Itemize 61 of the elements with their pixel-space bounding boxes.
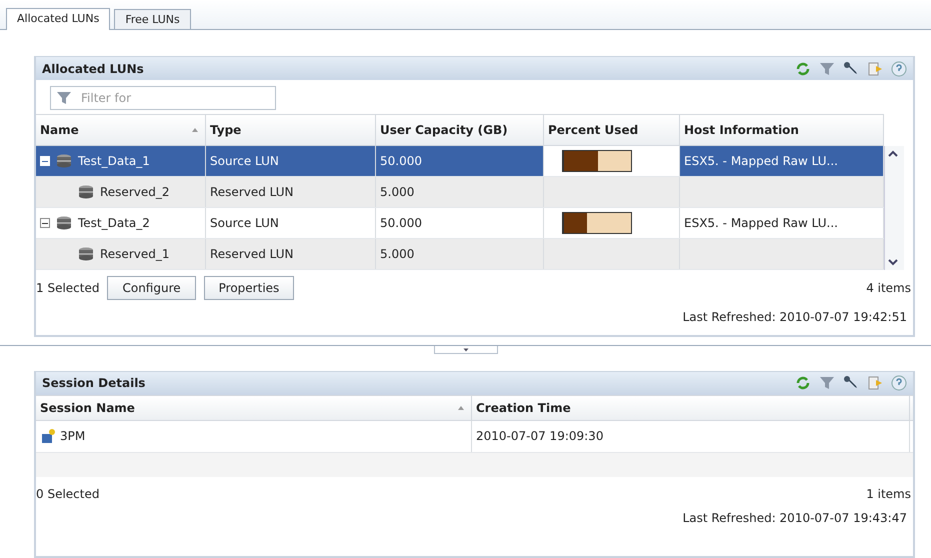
table-cell: Source LUN (210, 216, 279, 230)
export-icon[interactable] (867, 60, 883, 77)
column-header[interactable]: Name (36, 115, 206, 146)
table-row[interactable]: Test_Data_2 Source LUN 50.000 ESX5. - Mapped Raw LU... (36, 208, 884, 240)
table-cell: 5.000 (380, 247, 414, 262)
export-icon[interactable] (867, 375, 883, 392)
table-row[interactable]: Test_Data_1 Source LUN 50.000 ESX5. - Mapped Raw LU... (36, 146, 884, 178)
filter-icon[interactable] (819, 60, 835, 77)
database-icon (54, 215, 74, 232)
table-row[interactable]: Reserved_1 Reserved LUN 5.000 (36, 239, 884, 270)
database-icon (76, 246, 96, 262)
help-icon[interactable] (891, 60, 907, 77)
filter-icon[interactable] (56, 90, 72, 106)
help-icon[interactable] (891, 375, 907, 392)
selected-count: 0 Selected (36, 486, 100, 501)
selected-count: 1 Selected (36, 281, 100, 296)
last-refreshed: Last Refreshed: 2010-07-07 19:43:47 (682, 510, 907, 525)
scrollbar[interactable] (884, 146, 904, 270)
tab[interactable]: Free LUNs (114, 9, 191, 29)
caret-icon (462, 346, 470, 354)
database-icon (76, 184, 96, 200)
table-cell: ESX5. - Mapped Raw LU... (684, 154, 838, 168)
session-icon (40, 428, 56, 444)
table-cell: 50.000 (380, 216, 422, 230)
lun-name: Test_Data_2 (78, 216, 150, 230)
table-cell: Reserved LUN (210, 185, 294, 200)
table-cell: 50.000 (380, 154, 422, 168)
lun-name: Reserved_2 (100, 185, 170, 200)
session-name: 3PM (60, 429, 86, 444)
sort-arrow-icon (191, 126, 199, 134)
panel-title: Session Details (42, 376, 146, 390)
action-button[interactable]: Properties (204, 276, 294, 300)
refresh-icon[interactable] (795, 375, 811, 392)
database-icon (54, 153, 74, 170)
item-count: 1 items (866, 486, 911, 501)
table-row[interactable]: Reserved_2 Reserved LUN 5.000 (36, 177, 884, 208)
table-row[interactable]: 3PM 2010-07-07 19:09:30 (36, 420, 913, 453)
item-count: 4 items (866, 281, 911, 296)
refresh-icon[interactable] (795, 60, 811, 77)
lun-name: Test_Data_1 (78, 154, 150, 168)
table-cell: 5.000 (380, 185, 414, 200)
column-header[interactable]: Creation Time (472, 396, 910, 420)
last-refreshed: Last Refreshed: 2010-07-07 19:42:51 (682, 310, 907, 324)
filter-icon[interactable] (819, 375, 835, 392)
column-header[interactable]: Percent Used (544, 115, 680, 146)
panel-title: Allocated LUNs (42, 62, 144, 76)
column-header[interactable]: Host Information (680, 115, 884, 146)
table-cell: 2010-07-07 19:09:30 (476, 429, 604, 444)
tab[interactable]: Allocated LUNs (6, 8, 110, 30)
action-button[interactable]: Configure (107, 276, 196, 300)
sort-arrow-icon (457, 404, 465, 412)
table-cell: Reserved LUN (210, 247, 294, 262)
filter-field[interactable]: Filter for (50, 86, 276, 110)
table-cell: Source LUN (210, 154, 279, 168)
splitter-handle[interactable] (434, 346, 498, 354)
collapse-toggle[interactable] (40, 218, 50, 228)
lun-name: Reserved_1 (100, 247, 170, 262)
column-header[interactable]: Type (206, 115, 376, 146)
column-header[interactable]: User Capacity (GB) (376, 115, 544, 146)
column-header[interactable]: Session Name (36, 396, 472, 420)
table-cell: ESX5. - Mapped Raw LU... (684, 216, 838, 230)
